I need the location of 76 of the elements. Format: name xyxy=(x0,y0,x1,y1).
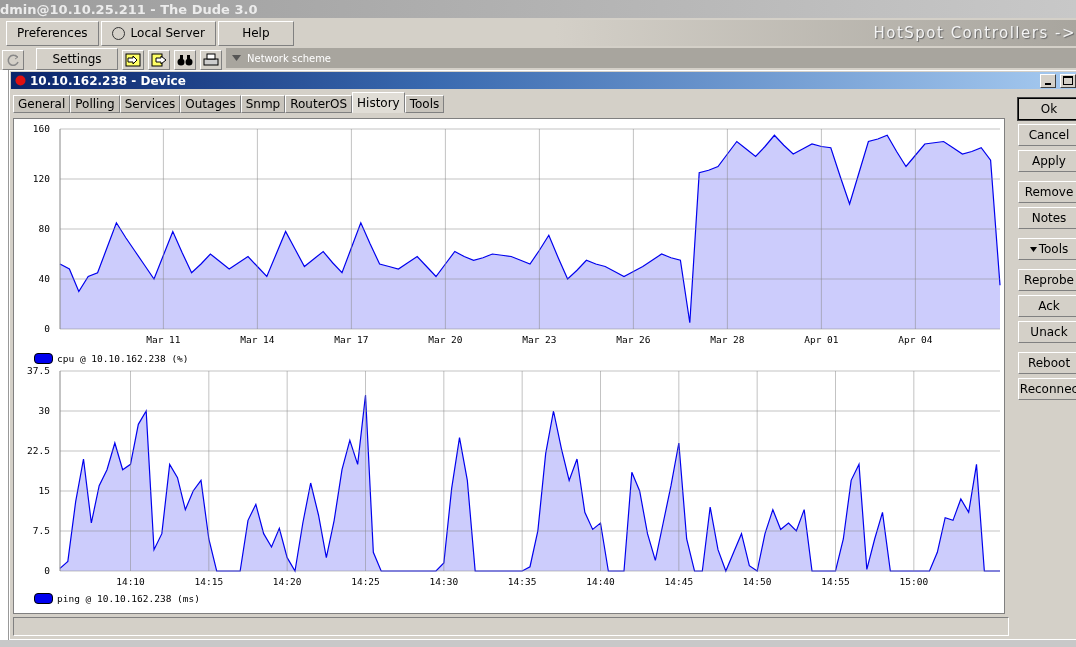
minimize-button[interactable] xyxy=(1040,73,1056,88)
tab[interactable]: RouterOS xyxy=(285,95,353,113)
axis-tick-label: Mar 17 xyxy=(334,334,369,345)
printer-icon xyxy=(203,53,219,67)
refresh-button[interactable] xyxy=(2,50,24,70)
export-button[interactable] xyxy=(148,50,170,70)
side-button[interactable]: Remove xyxy=(1018,181,1076,203)
caret-icon xyxy=(1029,246,1037,252)
minimize-icon xyxy=(1045,82,1051,85)
axis-tick-label: 80 xyxy=(38,223,50,234)
axis-tick-label: Apr 04 xyxy=(898,334,933,345)
settings-button[interactable]: Settings xyxy=(36,48,118,70)
printer-button[interactable] xyxy=(200,50,222,70)
axis-tick-label: 14:55 xyxy=(821,576,850,587)
axis-tick-label: 14:25 xyxy=(351,576,380,587)
side-button[interactable]: Tools xyxy=(1018,238,1076,260)
axis-tick-label: 0 xyxy=(44,565,50,576)
axis-tick-label: 160 xyxy=(32,123,50,134)
binoculars-button[interactable] xyxy=(174,50,196,70)
tab[interactable]: General xyxy=(13,95,71,113)
axis-tick-label: 14:30 xyxy=(429,576,459,587)
side-button[interactable]: Unack xyxy=(1018,321,1076,343)
network-scheme-label: Network scheme xyxy=(247,52,332,64)
side-button[interactable]: Ok xyxy=(1018,98,1076,120)
device-title: 10.10.162.238 - Device xyxy=(30,73,186,88)
axis-tick-label: 37.5 xyxy=(27,365,50,376)
axis-tick-label: 15:00 xyxy=(899,576,929,587)
axis-tick-label: Mar 23 xyxy=(522,334,557,345)
menu-button[interactable]: Local Server xyxy=(100,20,216,46)
axis-tick-label: 14:40 xyxy=(586,576,615,587)
axis-tick-label: Apr 01 xyxy=(804,334,839,345)
tab[interactable]: History xyxy=(352,92,405,113)
window-title: dmin@10.10.25.211 - The Dude 3.0 xyxy=(0,1,258,17)
tab[interactable]: Polling xyxy=(70,95,120,113)
side-button[interactable]: Reboot xyxy=(1018,352,1076,374)
tab[interactable]: Tools xyxy=(404,95,445,113)
menu-button[interactable]: Help xyxy=(217,20,294,46)
legend-label: ping @ 10.10.162.238 (ms) xyxy=(57,592,200,604)
axis-tick-label: 30 xyxy=(38,405,50,416)
axis-tick-label: 120 xyxy=(32,173,50,184)
tab[interactable]: Services xyxy=(119,95,181,113)
axis-tick-label: 14:20 xyxy=(272,576,302,587)
axis-tick-label: Mar 26 xyxy=(616,334,651,345)
axis-tick-label: 7.5 xyxy=(32,525,50,536)
side-button[interactable]: Reprobe xyxy=(1018,269,1076,291)
axis-tick-label: 40 xyxy=(38,273,50,284)
axis-tick-label: Mar 14 xyxy=(240,334,275,345)
side-button[interactable]: Cancel xyxy=(1018,124,1076,146)
axis-tick-label: 0 xyxy=(44,323,50,334)
axis-tick-label: 14:45 xyxy=(664,576,694,587)
menu-button[interactable]: Preferences xyxy=(6,20,99,46)
maximize-button[interactable] xyxy=(1060,73,1076,88)
import-icon xyxy=(125,53,141,67)
axis-tick-label: Mar 20 xyxy=(428,334,463,345)
legend-label: cpu @ 10.10.162.238 (%) xyxy=(57,352,189,364)
export-icon xyxy=(151,53,167,67)
maximize-icon xyxy=(1063,76,1073,85)
refresh-icon xyxy=(5,53,21,67)
import-button[interactable] xyxy=(122,50,144,70)
axis-tick-label: 14:10 xyxy=(116,576,145,587)
side-button[interactable]: Apply xyxy=(1018,150,1076,172)
caret-icon xyxy=(232,55,241,61)
banner-text: HotSpot Controllers -> xyxy=(873,24,1076,42)
axis-tick-label: 22.5 xyxy=(27,445,50,456)
binoculars-icon xyxy=(177,53,193,67)
status-dot-icon xyxy=(15,75,26,86)
axis-tick-label: 14:35 xyxy=(507,576,537,587)
side-button[interactable]: Ack xyxy=(1018,295,1076,317)
axis-tick-label: 15 xyxy=(38,485,50,496)
axis-tick-label: Mar 11 xyxy=(146,334,181,345)
axis-tick-label: 14:15 xyxy=(194,576,224,587)
tab[interactable]: Outages xyxy=(180,95,241,113)
axis-tick-label: 14:50 xyxy=(742,576,772,587)
axis-tick-label: Mar 28 xyxy=(710,334,745,345)
tab[interactable]: Snmp xyxy=(240,95,286,113)
side-button[interactable]: Notes xyxy=(1018,207,1076,229)
